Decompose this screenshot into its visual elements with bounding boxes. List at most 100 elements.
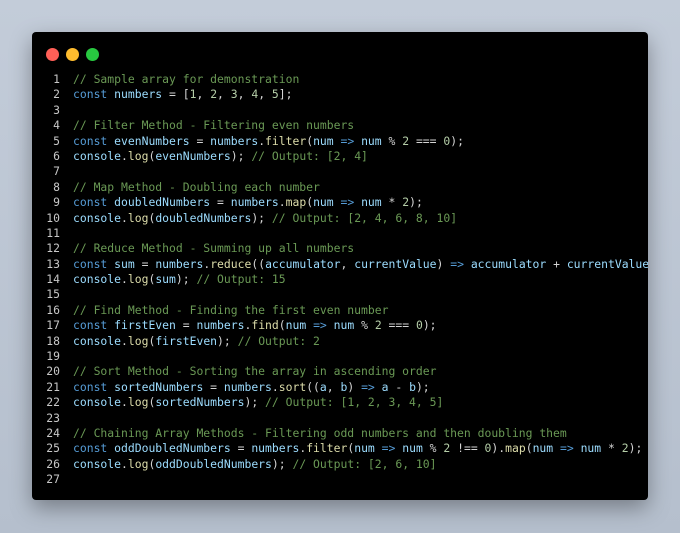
line-text: const sum = numbers.reduce((accumulator,…	[60, 257, 648, 272]
code-token: =	[203, 379, 224, 394]
code-token: // Output: 15	[196, 272, 286, 287]
code-token: *	[381, 195, 403, 210]
code-token: =>	[374, 441, 403, 456]
line-number: 14	[46, 272, 60, 287]
code-token: map	[505, 441, 526, 456]
code-token: const	[73, 379, 115, 394]
line-text: const doubledNumbers = numbers.map(num =…	[60, 195, 423, 210]
line-text: // Sort Method - Sorting the array in as…	[60, 364, 436, 379]
code-token: numbers	[223, 379, 272, 394]
code-token: oddDoubledNumbers	[114, 441, 231, 456]
line-number: 16	[46, 302, 60, 317]
code-line: 18 console.log(firstEven); // Output: 2	[32, 334, 648, 349]
code-token: );	[217, 333, 238, 348]
code-token: const	[73, 87, 115, 102]
code-token: log	[127, 333, 149, 348]
code-token: num	[285, 318, 307, 333]
code-editor[interactable]: 1// Sample array for demonstration 2 const…	[32, 72, 648, 488]
code-token: sortedNumbers	[155, 395, 245, 410]
code-token: .	[121, 456, 128, 471]
code-token: // Sample array for demonstration	[73, 72, 300, 86]
code-line: 10 console.log(doubledNumbers); // Output…	[32, 211, 648, 226]
code-token: find	[251, 318, 279, 333]
close-window-dot[interactable]	[46, 48, 59, 61]
code-token: %	[422, 441, 444, 456]
line-number: 3	[53, 102, 60, 117]
code-token: );	[271, 456, 293, 471]
code-token: console	[73, 456, 122, 471]
line-number: 4	[53, 118, 60, 133]
line-text: // Reduce Method - Summing up all number…	[60, 241, 354, 256]
code-token: numbers	[114, 87, 163, 102]
line-number: 21	[46, 379, 60, 394]
code-token: const	[73, 195, 115, 210]
code-token: ===	[409, 133, 444, 148]
code-token: log	[127, 148, 149, 163]
code-token: .	[121, 333, 128, 348]
code-token: );	[409, 195, 423, 210]
code-token: ,	[340, 256, 355, 271]
line-number: 18	[46, 333, 60, 348]
minimize-window-dot[interactable]	[66, 48, 79, 61]
line-number: 11	[46, 225, 60, 240]
code-token: sum	[114, 256, 135, 271]
code-token: =>	[333, 133, 362, 148]
line-text: const numbers = [1, 2, 3, 4, 5];	[60, 87, 293, 102]
code-token: );	[251, 210, 272, 225]
code-token: filter	[265, 133, 307, 148]
code-token: evenNumbers	[155, 148, 231, 163]
code-token: *	[601, 441, 622, 456]
line-number: 7	[53, 164, 60, 179]
code-token: numbers	[155, 256, 204, 271]
code-token: .	[271, 379, 279, 394]
code-token: (	[278, 318, 286, 333]
code-token: // Map Method - Doubling each number	[73, 179, 320, 194]
code-token: doubledNumbers	[155, 210, 252, 225]
code-token: ===	[381, 318, 416, 333]
code-line: 22 console.log(sortedNumbers); // Output:…	[32, 395, 648, 410]
line-text	[60, 349, 73, 364]
code-token: 5	[271, 87, 279, 102]
code-token: =	[189, 133, 211, 148]
code-line: 26 console.log(oddDoubledNumbers); // Out…	[32, 457, 648, 472]
maximize-window-dot[interactable]	[86, 48, 99, 61]
code-line: 24 // Chaining Array Methods - Filtering …	[32, 426, 648, 441]
code-token: sortedNumbers	[114, 379, 204, 394]
code-token: = [	[162, 87, 190, 102]
code-token: (	[525, 441, 533, 456]
code-token: console	[73, 210, 122, 225]
code-token: .	[121, 272, 128, 287]
line-number: 23	[46, 410, 60, 425]
line-text: console.log(sortedNumbers); // Output: […	[60, 395, 443, 410]
code-token: log	[127, 456, 149, 471]
code-token: =	[230, 441, 252, 456]
code-token: accumulator	[265, 256, 341, 271]
code-token: // Output: [2, 4, 6, 8, 10]	[271, 210, 458, 225]
code-token: // Reduce Method - Summing up all number…	[73, 241, 355, 256]
line-number: 1	[53, 72, 60, 86]
code-token: doubledNumbers	[114, 195, 211, 210]
line-text	[60, 287, 73, 302]
code-line: 25 const oddDoubledNumbers = numbers.filt…	[32, 441, 648, 456]
code-token: // Chaining Array Methods - Filtering od…	[73, 425, 567, 440]
code-token: ((	[251, 256, 266, 271]
code-line: 5 const evenNumbers = numbers.filter(num …	[32, 134, 648, 149]
code-token: oddDoubledNumbers	[155, 456, 272, 471]
code-token: a	[381, 379, 389, 394]
code-token: ,	[326, 379, 341, 394]
code-token: =>	[553, 441, 581, 456]
code-token: -	[388, 379, 410, 394]
code-token: accumulator	[470, 256, 547, 271]
code-token: num	[361, 133, 382, 148]
code-token: const	[73, 256, 115, 271]
code-token: );	[175, 272, 197, 287]
line-text: // Sample array for demonstration	[60, 72, 299, 87]
code-token: evenNumbers	[114, 133, 190, 148]
line-text: console.log(sum); // Output: 15	[60, 272, 286, 287]
code-token: // Output: 2	[237, 333, 320, 348]
code-token: 3	[230, 87, 238, 102]
code-token: num	[313, 195, 334, 210]
code-token: reduce	[210, 256, 252, 271]
code-line: 27	[32, 472, 648, 487]
code-token: =>	[443, 256, 471, 271]
